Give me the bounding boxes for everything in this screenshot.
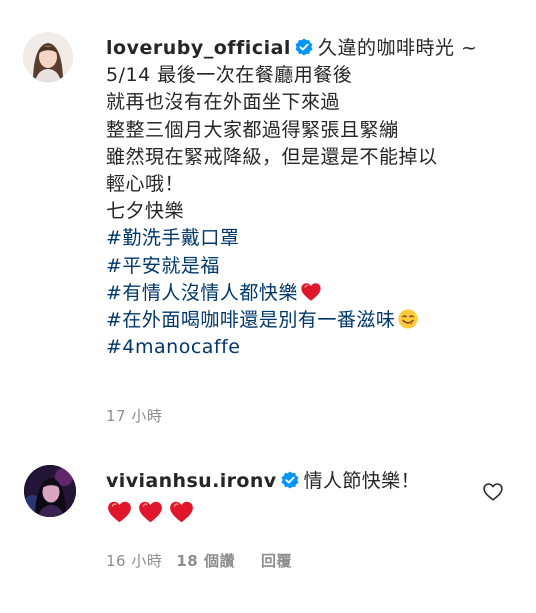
comment-text: 情人節快樂！ xyxy=(303,470,420,492)
author-avatar[interactable] xyxy=(23,32,73,82)
comment-hearts xyxy=(106,499,199,527)
caption-line: 七夕快樂 xyxy=(106,200,185,223)
commenter-avatar[interactable] xyxy=(24,465,76,517)
comment-timestamp[interactable]: 16 小時 xyxy=(106,552,162,570)
caption-line: 就再也沒有在外面坐下來過 xyxy=(106,91,341,114)
hashtag-link[interactable]: #在外面喝咖啡還是別有一番滋味 xyxy=(106,309,395,331)
caption-line: 雖然現在緊戒降級，但是還是不能掉以 xyxy=(106,145,438,168)
comment-likes-count[interactable]: 18 個讚 xyxy=(176,552,235,570)
caption-line: 整整三個月大家都過得緊張且緊繃 xyxy=(106,118,399,141)
red-heart-icon xyxy=(137,499,164,525)
hashtag-link[interactable]: #平安就是福 xyxy=(106,255,220,277)
red-heart-icon xyxy=(300,281,322,303)
commenter-username[interactable]: vivianhsu.ironv xyxy=(106,470,277,492)
comment-meta: 16 小時 18 個讚 回覆 xyxy=(106,550,292,571)
red-heart-icon xyxy=(106,499,133,525)
post-caption: loveruby_official 久違的咖啡時光 ~ 5/14 最後一次在餐廳用… xyxy=(106,35,516,361)
reply-button[interactable]: 回覆 xyxy=(261,552,292,570)
heart-outline-icon[interactable] xyxy=(482,481,504,503)
hashtag-link[interactable]: #有情人沒情人都快樂 xyxy=(106,282,298,304)
caption-first-line: 久違的咖啡時光 ~ xyxy=(317,37,478,59)
smiling-face-icon xyxy=(397,308,419,330)
post-timestamp[interactable]: 17 小時 xyxy=(106,405,162,426)
caption-line: 5/14 最後一次在餐廳用餐後 xyxy=(106,64,353,87)
red-heart-icon xyxy=(168,499,195,525)
verified-badge-icon xyxy=(281,470,299,489)
hashtag-link[interactable]: #勤洗手戴口罩 xyxy=(106,227,239,249)
caption-line: 輕心哦！ xyxy=(106,172,185,195)
verified-badge-icon xyxy=(295,37,313,56)
hashtag-link[interactable]: #4manocaffe xyxy=(106,336,240,358)
comment: vivianhsu.ironv 情人節快樂！ xyxy=(106,468,466,495)
author-username[interactable]: loveruby_official xyxy=(106,37,291,59)
